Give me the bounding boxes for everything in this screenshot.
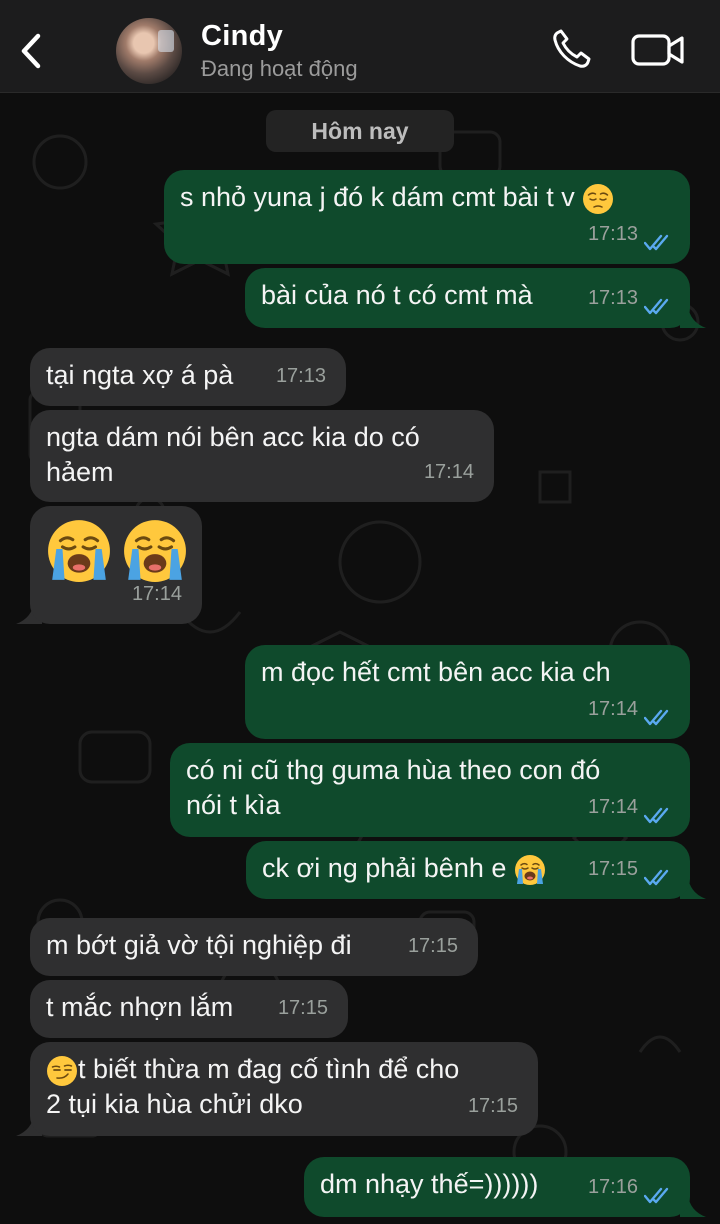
message-time: 17:15	[277, 997, 328, 1019]
smirking-face-emoji	[46, 1055, 78, 1087]
outgoing-message[interactable]: có ni cũ thg guma hùa theo con đó nói t …	[170, 743, 690, 837]
message-text-line: 2 tụi kia hùa chửi dko	[46, 1089, 303, 1119]
message-text: m bớt giả vờ tội nghiệp đi	[46, 930, 352, 960]
outgoing-message[interactable]: m đọc hết cmt bên acc kia ch 17:14	[245, 645, 690, 739]
loudly-crying-face-emoji	[514, 854, 546, 886]
message-time: 17:13	[587, 287, 638, 309]
message-text-line: ngta dám nói bên acc kia do có	[46, 422, 420, 452]
message-time: 17:15	[587, 858, 638, 880]
loudly-crying-face-emoji	[46, 518, 112, 584]
phone-icon[interactable]	[550, 26, 594, 72]
read-receipt-icon	[644, 807, 674, 825]
video-camera-icon[interactable]	[630, 30, 686, 70]
incoming-emoji-message[interactable]: 17:14	[30, 506, 202, 624]
message-text-line: hảem	[46, 457, 114, 487]
read-receipt-icon	[644, 709, 674, 727]
read-receipt-icon	[644, 234, 674, 252]
read-receipt-icon	[644, 869, 674, 887]
message-text-line: t biết thừa m đag cố tình để cho	[78, 1054, 460, 1084]
message-text: tại ngta xợ á pà	[46, 360, 234, 390]
contact-name[interactable]: Cindy	[201, 20, 283, 53]
outgoing-message[interactable]: bài của nó t có cmt mà 17:13	[245, 268, 690, 328]
message-time: 17:15	[467, 1095, 518, 1117]
incoming-message[interactable]: ngta dám nói bên acc kia do có hảem 17:1…	[30, 410, 494, 502]
pensive-face-emoji	[582, 183, 614, 215]
message-time: 17:13	[275, 365, 326, 387]
message-time: 17:14	[423, 461, 474, 483]
loudly-crying-face-emoji	[122, 518, 188, 584]
message-text: bài của nó t có cmt mà	[261, 280, 533, 310]
message-time: 17:14	[587, 698, 638, 720]
message-text: ck ơi ng phải bênh e	[262, 853, 507, 883]
message-time: 17:16	[587, 1176, 638, 1198]
message-time: 17:15	[407, 935, 458, 957]
outgoing-message[interactable]: ck ơi ng phải bênh e 17:15	[246, 841, 690, 899]
read-receipt-icon	[644, 1187, 674, 1205]
contact-status: Đang hoạt động	[201, 56, 358, 81]
date-separator: Hôm nay	[266, 110, 454, 152]
contact-avatar[interactable]	[116, 18, 182, 84]
incoming-message[interactable]: t mắc nhợn lắm 17:15	[30, 980, 348, 1038]
incoming-message[interactable]: t biết thừa m đag cố tình để cho 2 tụi k…	[30, 1042, 538, 1136]
message-text: t mắc nhợn lắm	[46, 992, 234, 1022]
read-receipt-icon	[644, 298, 674, 316]
message-time: 17:14	[587, 796, 638, 818]
message-text: m đọc hết cmt bên acc kia ch	[261, 657, 611, 687]
message-text-line: có ni cũ thg guma hùa theo con đó	[186, 755, 601, 785]
outgoing-message[interactable]: s nhỏ yuna j đó k dám cmt bài t v 17:13	[164, 170, 690, 264]
message-text: s nhỏ yuna j đó k dám cmt bài t v	[180, 182, 575, 212]
chat-header: Cindy Đang hoạt động	[0, 0, 720, 93]
avatar-photo-detail	[158, 30, 174, 52]
message-text: dm nhạy thế=))))))	[320, 1169, 539, 1199]
outgoing-message[interactable]: dm nhạy thế=)))))) 17:16	[304, 1157, 690, 1217]
incoming-message[interactable]: tại ngta xợ á pà 17:13	[30, 348, 346, 406]
message-time: 17:13	[587, 223, 638, 245]
incoming-message[interactable]: m bớt giả vờ tội nghiệp đi 17:15	[30, 918, 478, 976]
message-time: 17:14	[131, 583, 182, 605]
back-chevron-icon[interactable]	[14, 28, 48, 74]
